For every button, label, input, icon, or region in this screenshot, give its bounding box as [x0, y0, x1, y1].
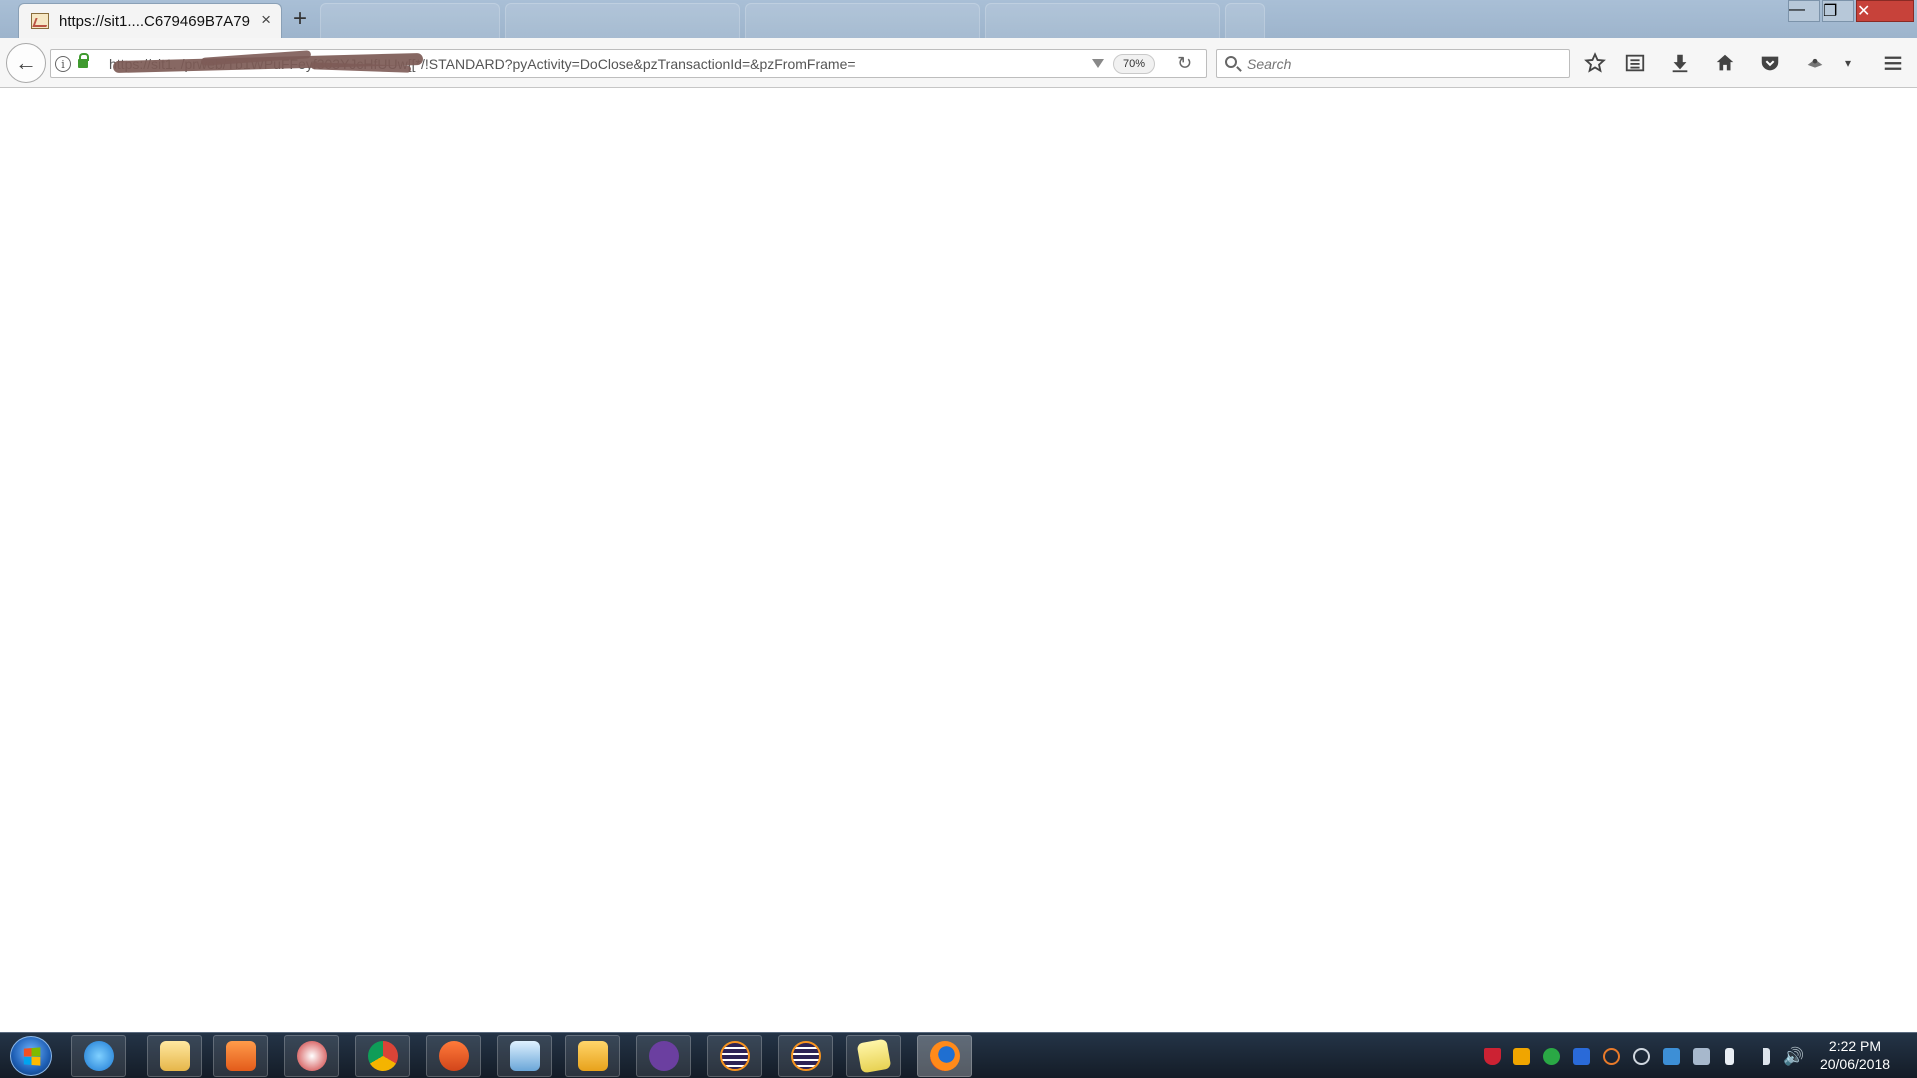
taskbar-app-remote-desktop[interactable]	[497, 1035, 552, 1077]
shield-icon[interactable]	[1484, 1048, 1501, 1065]
word-icon[interactable]	[1573, 1048, 1590, 1065]
taskbar-app-snipping-tool[interactable]	[284, 1035, 339, 1077]
tab-background[interactable]	[320, 3, 500, 38]
firefox-icon	[929, 1041, 960, 1071]
chrome-icon	[367, 1041, 398, 1071]
taskbar-app-chrome[interactable]	[355, 1035, 410, 1077]
remote-desktop-icon	[509, 1041, 540, 1071]
display-icon[interactable]	[1693, 1048, 1710, 1065]
tab-strip: https://sit1....C679469B7A79 × + — ❐ ✕	[0, 0, 1917, 38]
search-icon	[1225, 56, 1237, 68]
taskbar: 🔊 2:22 PM 20/06/2018	[0, 1032, 1917, 1078]
sticky-notes-icon	[856, 1038, 891, 1074]
home-icon[interactable]	[1708, 47, 1742, 79]
start-button[interactable]	[10, 1036, 52, 1076]
bookmark-star-icon[interactable]	[1578, 47, 1612, 79]
taskbar-app-pencil[interactable]	[426, 1035, 481, 1077]
taskbar-app-github[interactable]	[636, 1035, 691, 1077]
network-share-icon[interactable]	[1663, 1048, 1680, 1065]
menu-hamburger-icon[interactable]	[1876, 47, 1910, 79]
new-tab-button[interactable]: +	[293, 6, 307, 32]
tab-background[interactable]	[1225, 3, 1265, 38]
screen: https://sit1....C679469B7A79 × + — ❐ ✕ ←…	[0, 0, 1917, 1078]
bookmarks-library-icon[interactable]	[1618, 47, 1652, 79]
notification-icon[interactable]	[1513, 1048, 1530, 1065]
tab-title: https://sit1....C679469B7A79	[59, 13, 250, 30]
eclipse-icon	[790, 1041, 821, 1071]
tab-close-icon[interactable]: ×	[261, 11, 271, 29]
taskbar-app-outlook[interactable]	[565, 1035, 620, 1077]
close-window-button[interactable]: ✕	[1856, 0, 1914, 22]
taskbar-app-firefox[interactable]	[917, 1035, 972, 1077]
pocket-icon[interactable]	[1753, 47, 1787, 79]
arrow-left-icon: ←	[15, 50, 37, 75]
maximize-button[interactable]: ❐	[1822, 0, 1854, 22]
tab-background[interactable]	[505, 3, 740, 38]
back-button[interactable]: ←	[6, 43, 46, 83]
media-player-icon	[225, 1041, 256, 1071]
internet-explorer-icon	[83, 1041, 114, 1071]
search-input[interactable]	[1247, 54, 1557, 74]
scissors-icon	[296, 1041, 327, 1071]
taskbar-app-internet-explorer[interactable]	[71, 1035, 126, 1077]
tab-background[interactable]	[985, 3, 1220, 38]
tab-active[interactable]: https://sit1....C679469B7A79 ×	[18, 3, 282, 38]
taskbar-app-eclipse[interactable]	[778, 1035, 833, 1077]
page-favicon-icon	[31, 13, 49, 29]
taskbar-app-eclipse[interactable]	[707, 1035, 762, 1077]
eclipse-icon	[719, 1041, 750, 1071]
battery-icon[interactable]	[1725, 1048, 1734, 1065]
pencil-icon	[438, 1041, 469, 1071]
extension-icon[interactable]	[1798, 47, 1832, 79]
taskbar-app-file-explorer[interactable]	[147, 1035, 202, 1077]
outlook-icon	[577, 1041, 608, 1071]
tab-background[interactable]	[745, 3, 980, 38]
lock-icon[interactable]	[78, 53, 89, 68]
navigation-bar: ← i https://sit1. /prweb/Tb1WPuFFeyf303Y…	[0, 38, 1917, 88]
info-icon[interactable]: i	[55, 56, 71, 72]
folder-icon	[159, 1041, 190, 1071]
cloud-icon[interactable]	[1603, 1048, 1620, 1065]
clock-date: 20/06/2018	[1819, 1056, 1891, 1072]
sync-icon[interactable]	[1543, 1048, 1560, 1065]
url-history-dropdown-icon[interactable]	[1092, 59, 1104, 68]
signal-icon[interactable]	[1753, 1048, 1770, 1065]
page-content	[0, 89, 1917, 1032]
taskbar-app-sticky-notes[interactable]	[846, 1035, 901, 1077]
downloads-icon[interactable]	[1663, 47, 1697, 79]
zoom-indicator[interactable]: 70%	[1113, 54, 1155, 74]
settings-icon[interactable]	[1633, 1048, 1650, 1065]
github-icon	[648, 1041, 679, 1071]
search-bar[interactable]	[1216, 49, 1570, 78]
address-bar[interactable]: i https://sit1. /prweb/Tb1WPuFFeyf303YJc…	[50, 49, 1207, 78]
reload-icon[interactable]: ↻	[1177, 53, 1192, 74]
chevron-down-icon[interactable]: ▾	[1832, 47, 1864, 79]
taskbar-app-media-player[interactable]	[213, 1035, 268, 1077]
taskbar-clock[interactable]: 2:22 PM 20/06/2018	[1815, 1037, 1895, 1073]
clock-time: 2:22 PM	[1828, 1038, 1882, 1054]
volume-icon[interactable]: 🔊	[1783, 1048, 1804, 1065]
minimize-button[interactable]: —	[1788, 0, 1820, 22]
